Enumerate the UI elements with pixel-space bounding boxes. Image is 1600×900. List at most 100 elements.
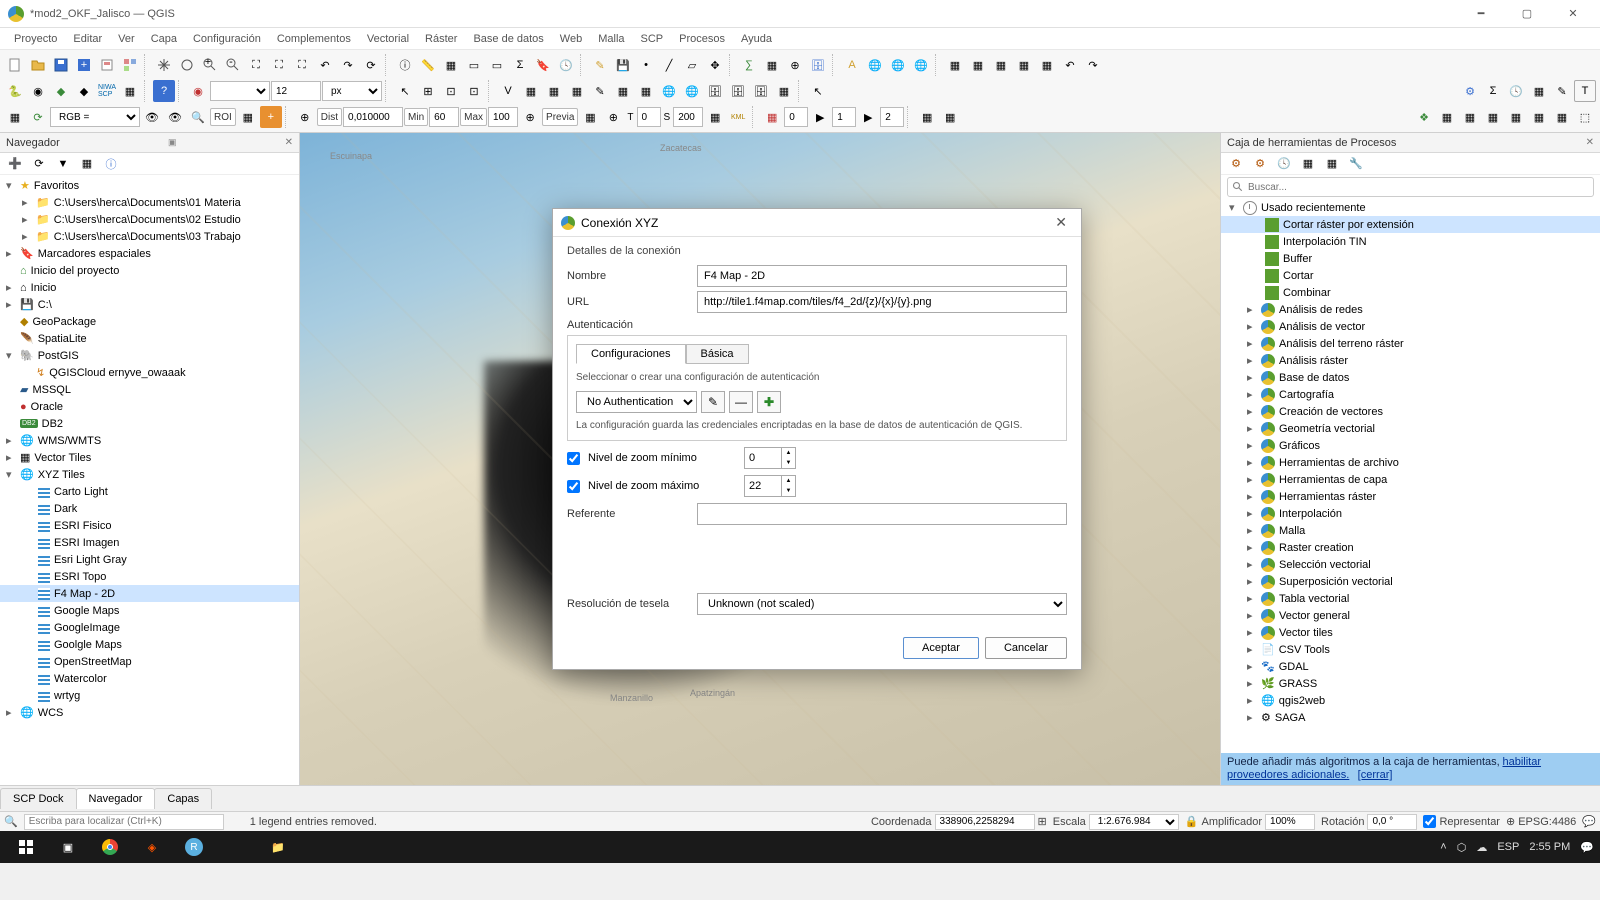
menu-complementos[interactable]: Complementos <box>269 31 359 47</box>
app-r-icon[interactable]: R <box>174 831 214 863</box>
sp2-input[interactable] <box>832 107 856 127</box>
tree-favorites[interactable]: ▾★Favoritos <box>0 177 299 194</box>
v7-icon[interactable]: ▦ <box>635 80 657 102</box>
proc-group-14[interactable]: ▸Raster creation <box>1221 539 1600 556</box>
tree-fav-2[interactable]: ▸📁C:\Users\herca\Documents\03 Trabajo <box>0 228 299 245</box>
proc-group-7[interactable]: ▸Geometría vectorial <box>1221 420 1600 437</box>
v14-icon[interactable]: ↖ <box>807 80 829 102</box>
edit-toggle-icon[interactable]: ✎ <box>589 54 611 76</box>
proc-recent-4[interactable]: Combinar <box>1221 284 1600 301</box>
scale-select[interactable]: 1:2.676.984 <box>1089 814 1179 830</box>
redo-icon[interactable]: ↷ <box>1082 54 1104 76</box>
menu-vectorial[interactable]: Vectorial <box>359 31 417 47</box>
browser-tree[interactable]: ▾★Favoritos ▸📁C:\Users\herca\Documents\0… <box>0 175 299 785</box>
extent-icon[interactable]: ⊞ <box>1038 815 1047 828</box>
vector-calc-icon[interactable]: ∑ <box>738 54 760 76</box>
proc-text-icon[interactable]: T <box>1574 80 1596 102</box>
proc-group-15[interactable]: ▸Selección vectorial <box>1221 556 1600 573</box>
save-project-icon[interactable] <box>50 54 72 76</box>
xyz-tile-6[interactable]: F4 Map - 2D <box>0 585 299 602</box>
label-icon[interactable]: A <box>841 54 863 76</box>
r7-icon[interactable]: ▦ <box>1551 106 1573 128</box>
end2-icon[interactable]: ▦ <box>939 106 961 128</box>
tree-geopackage[interactable]: ◆GeoPackage <box>0 313 299 330</box>
dialog-close-icon[interactable]: ✕ <box>1049 212 1073 233</box>
globe1-icon[interactable]: 🌐 <box>864 54 886 76</box>
proc-recent[interactable]: ▾Usado recientemente <box>1221 199 1600 216</box>
proc-group-10[interactable]: ▸Herramientas de capa <box>1221 471 1600 488</box>
layout-manager-icon[interactable] <box>119 54 141 76</box>
xyz-tile-9[interactable]: Goolgle Maps <box>0 636 299 653</box>
proc-group-17[interactable]: ▸Tabla vectorial <box>1221 590 1600 607</box>
tool-c-icon[interactable]: ▦ <box>990 54 1012 76</box>
proc-group-4[interactable]: ▸Base de datos <box>1221 369 1600 386</box>
grid-icon[interactable]: ▦ <box>761 106 783 128</box>
tray-lang[interactable]: ESP <box>1497 841 1519 853</box>
add-feature-icon[interactable]: • <box>635 54 657 76</box>
rgb-select[interactable]: RGB = <box>50 107 140 127</box>
proc-group-6[interactable]: ▸Creación de vectores <box>1221 403 1600 420</box>
v13-icon[interactable]: ▦ <box>773 80 795 102</box>
edit-poly-icon[interactable]: ▱ <box>681 54 703 76</box>
scp-target-icon[interactable]: ⊕ <box>294 106 316 128</box>
browser-refresh-icon[interactable]: ⟳ <box>28 153 50 175</box>
zoom-in-icon[interactable]: + <box>199 54 221 76</box>
crs-label[interactable]: EPSG:4486 <box>1518 816 1576 828</box>
zoom-last-icon[interactable]: ↶ <box>314 54 336 76</box>
tool-d-icon[interactable]: ▦ <box>1013 54 1035 76</box>
xyz-tile-4[interactable]: Esri Light Gray <box>0 551 299 568</box>
menu-editar[interactable]: Editar <box>65 31 110 47</box>
tray-cloud-icon[interactable]: ☁ <box>1476 841 1487 854</box>
scp-zoom-icon[interactable]: 🔍 <box>187 106 209 128</box>
proc-group-22[interactable]: ▸🌿GRASS <box>1221 675 1600 692</box>
proc-tb2-icon[interactable]: ⚙ <box>1249 153 1271 175</box>
zoom-full-icon[interactable]: ⛶ <box>245 54 267 76</box>
v2-icon[interactable]: ▦ <box>520 80 542 102</box>
topo-icon[interactable]: ⊡ <box>440 80 462 102</box>
xyz-tile-1[interactable]: Dark <box>0 500 299 517</box>
v11-icon[interactable]: 🗄 <box>727 80 749 102</box>
tree-drive-c[interactable]: ▸💾C:\ <box>0 296 299 313</box>
undo-icon[interactable]: ↶ <box>1059 54 1081 76</box>
trace-icon[interactable]: ⊡ <box>463 80 485 102</box>
new-project-icon[interactable] <box>4 54 26 76</box>
proc-group-12[interactable]: ▸Interpolación <box>1221 505 1600 522</box>
crs-icon[interactable]: ⊕ <box>1506 815 1515 828</box>
menu-scp[interactable]: SCP <box>633 31 672 47</box>
open-project-icon[interactable] <box>27 54 49 76</box>
xyz-tile-10[interactable]: OpenStreetMap <box>0 653 299 670</box>
amp-input[interactable] <box>1265 814 1315 830</box>
auth-edit-button[interactable]: ✎ <box>701 391 725 413</box>
tree-spatialite[interactable]: 🪶SpatiaLite <box>0 330 299 347</box>
tab-navegador[interactable]: Navegador <box>76 788 156 809</box>
plugin1-icon[interactable]: ◉ <box>27 80 49 102</box>
zoom-next-icon[interactable]: ↷ <box>337 54 359 76</box>
zmax-input[interactable] <box>745 476 781 496</box>
proc-tb5-icon[interactable]: ▦ <box>1321 153 1343 175</box>
scp-refresh-icon[interactable]: ⟳ <box>27 106 49 128</box>
proc-recent-0[interactable]: Cortar ráster por extensión <box>1221 216 1600 233</box>
print-layout-icon[interactable] <box>96 54 118 76</box>
s-input[interactable] <box>673 107 703 127</box>
menu-capa[interactable]: Capa <box>143 31 185 47</box>
browser-props-icon[interactable]: ⓘ <box>100 153 122 175</box>
measure-icon[interactable]: 📏 <box>417 54 439 76</box>
scp-b2-icon[interactable]: 👁 <box>164 106 186 128</box>
r6-icon[interactable]: ▦ <box>1528 106 1550 128</box>
tab-scp-dock[interactable]: SCP Dock <box>0 788 77 809</box>
help-icon[interactable]: ? <box>153 80 175 102</box>
proc-group-3[interactable]: ▸Análisis ráster <box>1221 352 1600 369</box>
zmin-up[interactable]: ▲ <box>781 448 795 458</box>
processing-search[interactable] <box>1227 177 1594 197</box>
proc-toolbox-icon[interactable]: ⚙ <box>1459 80 1481 102</box>
vertex-icon[interactable]: ↖ <box>394 80 416 102</box>
sp1-input[interactable] <box>784 107 808 127</box>
proc-tb1-icon[interactable]: ⚙ <box>1225 153 1247 175</box>
proc-close-icon[interactable]: ✕ <box>1586 137 1594 148</box>
menu-basedatos[interactable]: Base de datos <box>465 31 551 47</box>
tree-fav-0[interactable]: ▸📁C:\Users\herca\Documents\01 Materia <box>0 194 299 211</box>
tree-mssql[interactable]: ▰MSSQL <box>0 381 299 398</box>
tray-notifications-icon[interactable]: 💬 <box>1580 841 1594 854</box>
tree-oracle[interactable]: ●Oracle <box>0 398 299 415</box>
menu-configuracion[interactable]: Configuración <box>185 31 269 47</box>
